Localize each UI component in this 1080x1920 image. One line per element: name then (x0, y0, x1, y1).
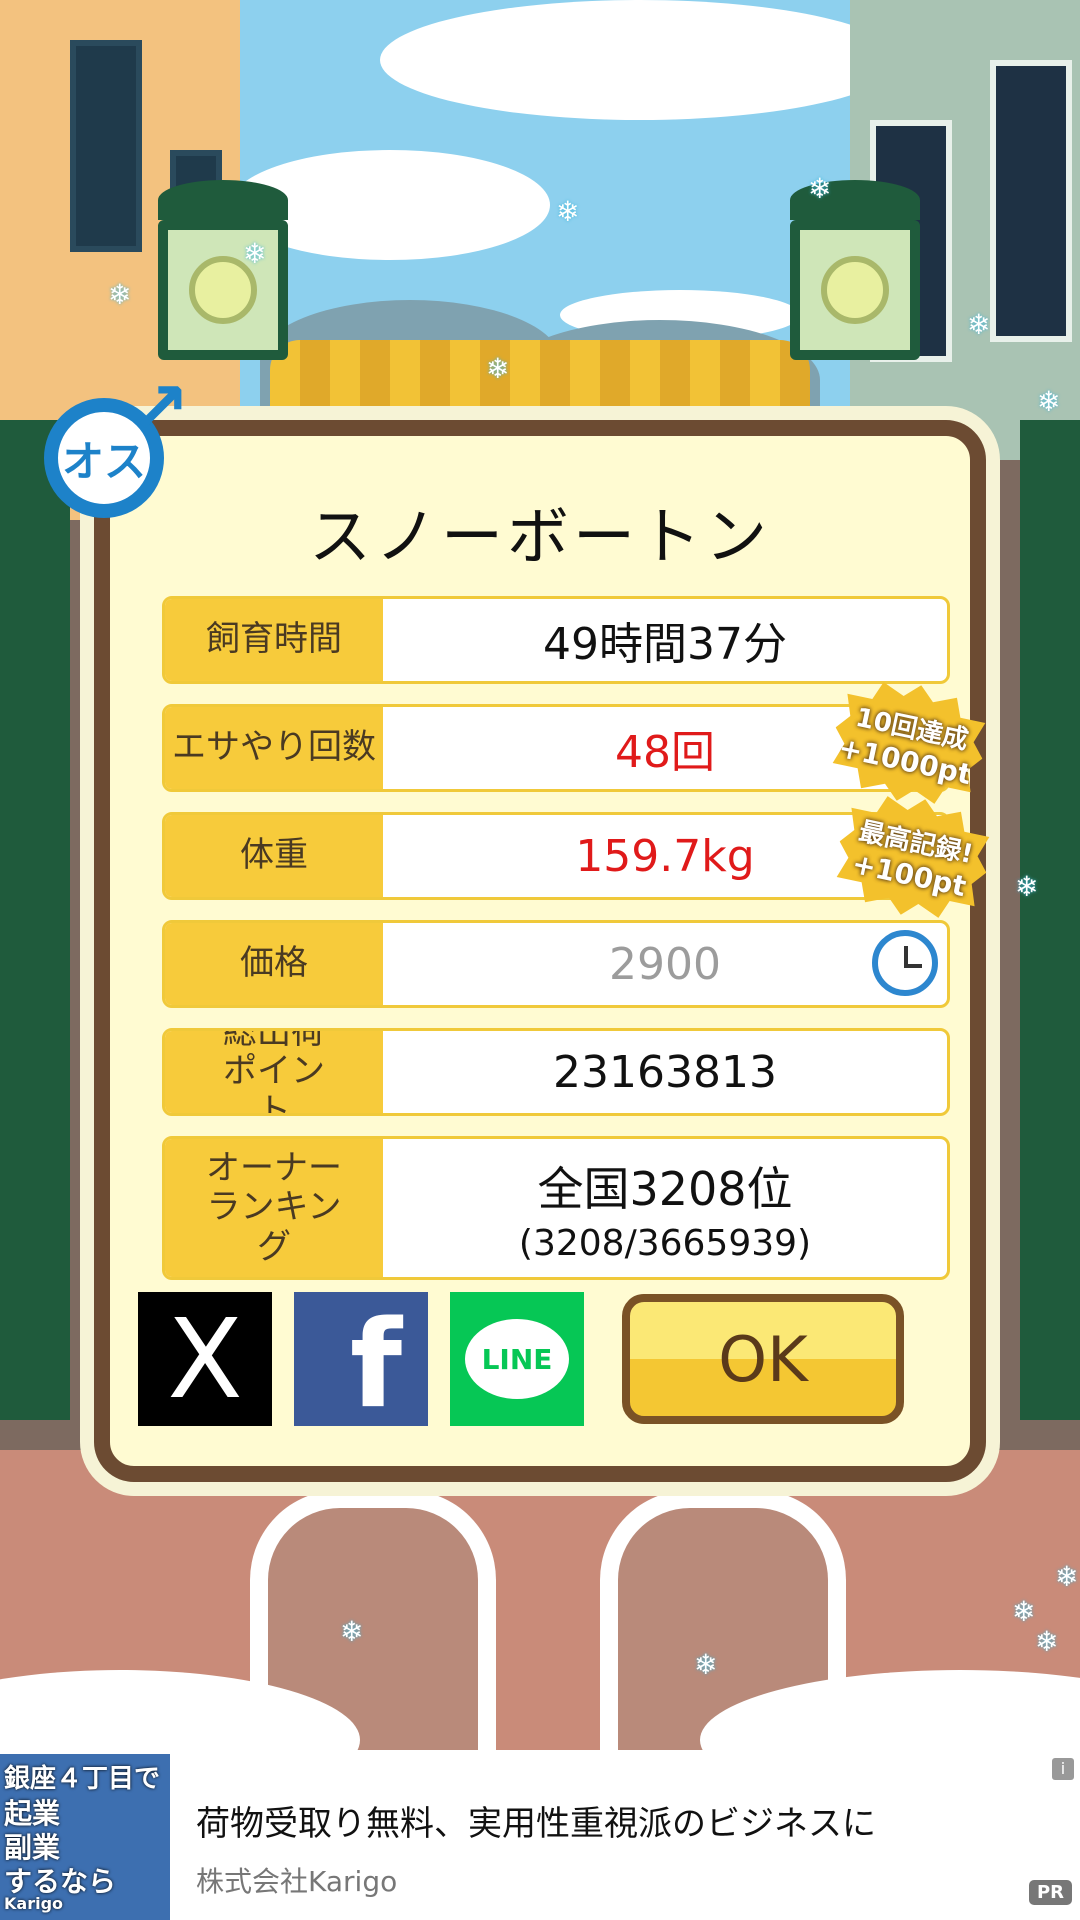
facebook-logo-icon: f (349, 1296, 403, 1435)
share-facebook-button[interactable]: f (294, 1292, 428, 1426)
male-gender-icon: オス ↗ (38, 372, 196, 530)
stat-row-owner-ranking: オーナーランキング 全国3208位 (3208/3665939) (162, 1136, 950, 1280)
snowflake-icon: ❄ (694, 1648, 718, 1681)
stat-label: 飼育時間 (165, 599, 383, 681)
stat-row-price: 価格 2900 (162, 920, 950, 1008)
stat-label: 価格 (165, 923, 383, 1005)
stat-row-feed-count: エサやり回数 48回 (162, 704, 950, 792)
achievement-badge-record: 最高記録! +100pt (827, 784, 998, 931)
ranking-value: 全国3208位 (3208/3665939) (383, 1139, 947, 1277)
stat-label: 体重 (165, 815, 383, 897)
stat-label-text: 総出荷ポイント (223, 1028, 325, 1116)
ad-pr-label: PR (1028, 1880, 1072, 1905)
male-arrow-icon: ↗ (129, 366, 190, 450)
stat-value: 49時間37分 (543, 619, 787, 670)
ad-image[interactable]: 銀座４丁目で 起業 副業 するなら Karigo (0, 1754, 170, 1920)
snowflake-icon: ❄ (243, 237, 267, 270)
achievement-badge-feed: 10回達成 +1000pt (823, 670, 994, 817)
share-x-button[interactable]: X (138, 1292, 272, 1426)
snowflake-icon: ❄ (556, 195, 580, 228)
snowflake-icon: ❄ (967, 308, 991, 341)
stat-row-weight: 体重 159.7kg (162, 812, 950, 900)
snowflake-icon: ❄ (1037, 385, 1061, 418)
snowflake-icon: ❄ (808, 172, 832, 205)
result-dialog: スノーボートン 飼育時間 49時間37分 エサやり回数 48回 体重 159.7… (94, 420, 986, 1482)
ad-banner[interactable]: 銀座４丁目で 起業 副業 するなら Karigo 荷物受取り無料、実用性重視派の… (0, 1750, 1080, 1920)
stat-label-text: オーナーランキング (206, 1148, 342, 1267)
x-logo-icon: X (167, 1295, 243, 1423)
ad-image-logo: Karigo (4, 1894, 64, 1913)
stat-row-total-points: 総出荷ポイント 23163813 (162, 1028, 950, 1116)
stat-label: エサやり回数 (165, 707, 383, 789)
clock-icon[interactable] (872, 930, 938, 996)
share-line-button[interactable]: LINE (450, 1292, 584, 1426)
stat-label: 総出荷ポイント (165, 1031, 383, 1113)
stat-value: 23163813 (553, 1046, 777, 1098)
ad-headline[interactable]: 荷物受取り無料、実用性重視派のビジネスに (196, 1796, 876, 1845)
snowflake-icon: ❄ (1035, 1625, 1059, 1658)
ad-info-icon[interactable]: i (1052, 1758, 1074, 1780)
ad-image-text: 銀座４丁目で (4, 1764, 161, 1794)
ranking-position: 全国3208位 (537, 1161, 793, 1216)
line-logo-text: LINE (481, 1342, 553, 1376)
stat-row-breeding-time: 飼育時間 49時間37分 (162, 596, 950, 684)
snowflake-icon: ❄ (1015, 870, 1039, 903)
stat-label: オーナーランキング (165, 1139, 383, 1277)
ok-button[interactable]: OK (622, 1294, 904, 1424)
snowflake-icon: ❄ (1055, 1560, 1079, 1593)
ranking-detail: (3208/3665939) (518, 1222, 812, 1264)
snowflake-icon: ❄ (486, 352, 510, 385)
snowflake-icon: ❄ (108, 278, 132, 311)
line-logo-icon: LINE (465, 1319, 569, 1399)
stat-value: 2900 (609, 938, 721, 990)
pet-name-title: スノーボートン (308, 500, 771, 573)
snowflake-icon: ❄ (1012, 1595, 1036, 1628)
snowflake-icon: ❄ (340, 1615, 364, 1648)
ad-sponsor[interactable]: 株式会社Karigo (196, 1860, 397, 1900)
